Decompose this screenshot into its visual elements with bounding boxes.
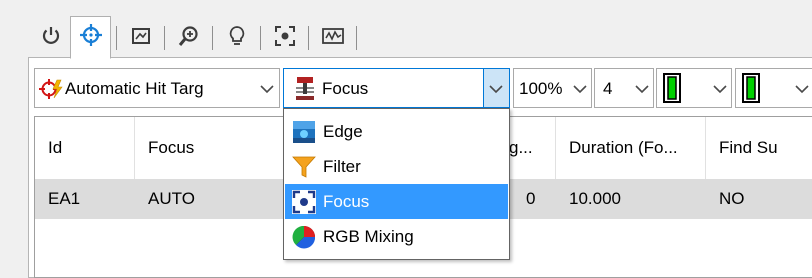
cell-id: EA1 [48, 189, 81, 208]
waveform-camera-icon [321, 25, 345, 52]
chevron-down-icon[interactable] [259, 82, 275, 96]
edge-icon [292, 120, 316, 144]
tab-zoom[interactable] [168, 18, 209, 58]
dropdown-item-label: Filter [323, 156, 361, 176]
funnel-filter-icon [292, 155, 316, 179]
column-header-focus[interactable]: Focus [135, 117, 285, 179]
green-color-swatch-icon [742, 73, 770, 103]
tool-type-dropdown-list: Edge Filter Focus RGB Mixing [283, 108, 510, 260]
tab-focus-frame[interactable] [264, 18, 305, 58]
crosshair-target-icon [79, 23, 103, 52]
focus-frame-icon [274, 25, 296, 52]
count-combo[interactable]: 4 [594, 68, 654, 108]
tool-type-combo[interactable]: Focus [283, 68, 510, 108]
column-header-find-success[interactable]: Find Su [706, 117, 812, 179]
column-header-id[interactable]: Id [35, 117, 135, 179]
tab-power[interactable] [30, 18, 71, 58]
dropdown-item-label: RGB Mixing [323, 226, 414, 246]
color-combo-1[interactable] [656, 68, 732, 108]
dropdown-item-focus[interactable]: Focus [285, 184, 508, 219]
tool-tab-strip [30, 16, 380, 59]
magnify-plus-icon [178, 25, 200, 52]
green-color-swatch-icon [663, 73, 691, 103]
dropdown-item-filter[interactable]: Filter [285, 149, 508, 184]
rgb-mixing-icon [292, 225, 316, 249]
cell-focus: AUTO [148, 189, 195, 208]
lightbulb-icon [226, 25, 248, 52]
chevron-down-icon[interactable] [712, 82, 728, 96]
cell-find-success: NO [719, 189, 745, 208]
tab-hit-target[interactable] [70, 16, 111, 59]
tab-light[interactable] [216, 18, 257, 58]
chevron-down-icon[interactable] [794, 82, 810, 96]
chevron-down-icon[interactable] [572, 82, 588, 96]
tab-image[interactable] [120, 18, 161, 58]
dropdown-item-edge[interactable]: Edge [285, 114, 508, 149]
tool-type-dropdown-button[interactable] [483, 69, 509, 107]
focus-tool-icon [294, 76, 316, 102]
dropdown-item-label: Focus [323, 191, 370, 211]
chevron-down-icon[interactable] [634, 82, 650, 96]
target-mode-value: Automatic Hit Targ [65, 79, 204, 98]
target-mode-combo[interactable]: Automatic Hit Targ [34, 68, 280, 108]
zoom-value: 100% [519, 79, 563, 98]
tool-type-value: Focus [322, 79, 369, 98]
color-combo-2[interactable] [735, 68, 812, 108]
dropdown-item-rgb-mixing[interactable]: RGB Mixing [285, 219, 508, 254]
tab-signal[interactable] [312, 18, 353, 58]
column-header-duration[interactable]: Duration (Fo... [556, 117, 706, 179]
chevron-down-icon [488, 82, 504, 96]
image-frame-icon [130, 25, 152, 52]
cell-duration: 10.000 [569, 189, 621, 208]
power-icon [40, 25, 62, 52]
hit-target-lightning-icon [39, 78, 63, 100]
count-value: 4 [603, 79, 613, 98]
focus-target-icon [292, 190, 316, 214]
dropdown-item-label: Edge [323, 121, 363, 141]
zoom-combo[interactable]: 100% [513, 68, 592, 108]
